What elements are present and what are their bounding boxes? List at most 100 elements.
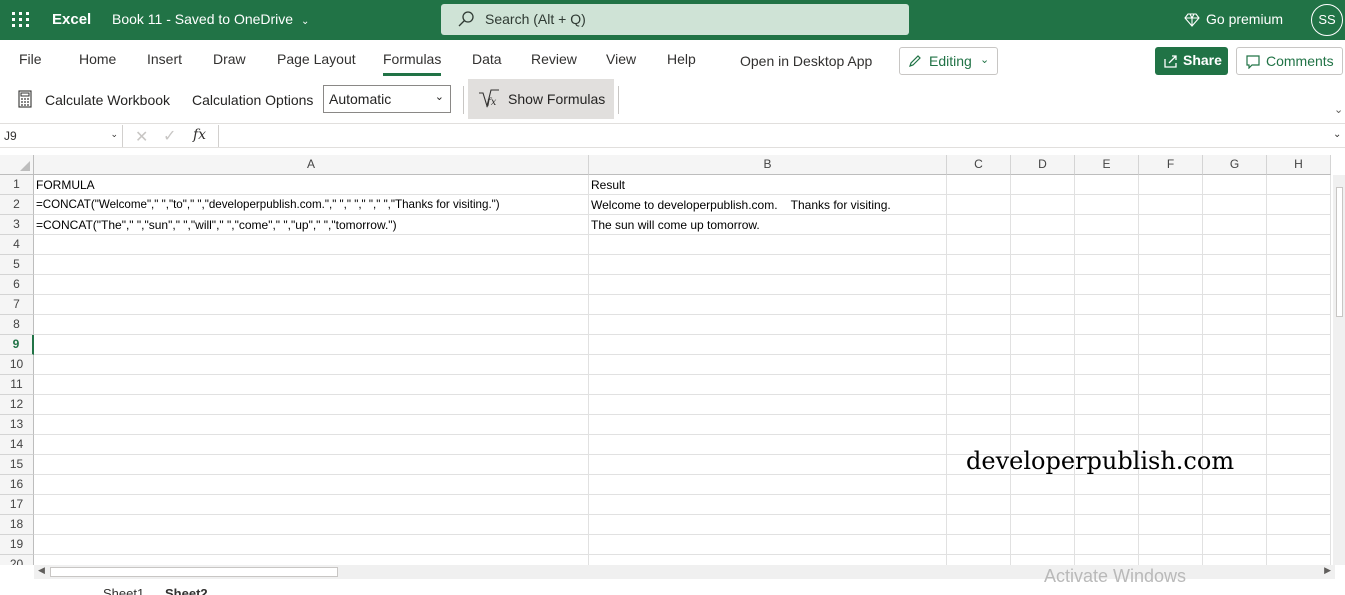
cell-a1[interactable]: FORMULA bbox=[36, 175, 95, 195]
pencil-icon bbox=[909, 55, 921, 67]
tab-page-layout[interactable]: Page Layout bbox=[277, 51, 356, 67]
check-icon[interactable]: ✓ bbox=[163, 126, 176, 146]
row-header[interactable]: 10 bbox=[0, 355, 34, 375]
app-launcher-icon[interactable] bbox=[12, 12, 30, 28]
ribbon-tabs: File Home Insert Draw Page Layout Formul… bbox=[0, 40, 1345, 80]
scroll-right-icon[interactable]: ▶ bbox=[1324, 565, 1331, 576]
tab-review[interactable]: Review bbox=[531, 51, 577, 67]
search-icon bbox=[458, 11, 474, 27]
ribbon-divider bbox=[463, 86, 464, 114]
row-header[interactable]: 13 bbox=[0, 415, 34, 435]
tab-insert[interactable]: Insert bbox=[147, 51, 182, 67]
row-header[interactable]: 3 bbox=[0, 215, 34, 235]
show-formulas-label: Show Formulas bbox=[508, 91, 606, 107]
row-header[interactable]: 20 bbox=[0, 555, 34, 565]
calculator-icon bbox=[18, 90, 32, 108]
column-header-f[interactable]: F bbox=[1139, 155, 1203, 175]
diamond-icon bbox=[1184, 13, 1200, 27]
vertical-scrollbar[interactable] bbox=[1333, 175, 1345, 565]
row-header[interactable]: 6 bbox=[0, 275, 34, 295]
go-premium-button[interactable]: Go premium bbox=[1184, 11, 1283, 27]
save-status: Saved to OneDrive bbox=[174, 11, 294, 27]
editing-label: Editing bbox=[929, 53, 972, 69]
tab-view[interactable]: View bbox=[606, 51, 636, 67]
cell-b3[interactable]: The sun will come up tomorrow. bbox=[591, 215, 760, 235]
chevron-down-icon: ⌄ bbox=[110, 129, 118, 139]
title-bar: Excel Book 11 - Saved to OneDrive ⌄ Sear… bbox=[0, 0, 1345, 40]
tab-formulas[interactable]: Formulas bbox=[383, 51, 441, 67]
document-title: Book 11 bbox=[112, 11, 163, 27]
row-header[interactable]: 19 bbox=[0, 535, 34, 555]
column-header-c[interactable]: C bbox=[947, 155, 1011, 175]
show-formulas-button[interactable]: fx Show Formulas bbox=[468, 79, 614, 119]
tab-draw[interactable]: Draw bbox=[213, 51, 246, 67]
name-box-value: J9 bbox=[4, 129, 17, 143]
comments-label: Comments bbox=[1266, 53, 1334, 69]
column-header-e[interactable]: E bbox=[1075, 155, 1139, 175]
comment-icon bbox=[1246, 55, 1260, 69]
calculate-workbook-label: Calculate Workbook bbox=[45, 92, 171, 108]
open-in-desktop-app[interactable]: Open in Desktop App bbox=[740, 53, 872, 69]
row-header[interactable]: 17 bbox=[0, 495, 34, 515]
row-header[interactable]: 7 bbox=[0, 295, 34, 315]
sheet-tab[interactable]: Sheet1 bbox=[103, 586, 144, 595]
chevron-down-icon: ⌄ bbox=[980, 54, 990, 66]
row-header[interactable]: 8 bbox=[0, 315, 34, 335]
column-header-b[interactable]: B bbox=[589, 155, 947, 175]
search-placeholder: Search (Alt + Q) bbox=[485, 11, 586, 27]
row-header[interactable]: 4 bbox=[0, 235, 34, 255]
row-header[interactable]: 12 bbox=[0, 395, 34, 415]
cancel-icon[interactable]: ✕ bbox=[135, 127, 148, 147]
chevron-down-icon: ⌄ bbox=[300, 16, 310, 27]
row-header[interactable]: 1 bbox=[0, 175, 34, 195]
svg-text:fx: fx bbox=[486, 97, 497, 108]
tab-file[interactable]: File bbox=[19, 51, 42, 67]
row-header[interactable]: 18 bbox=[0, 515, 34, 535]
watermark-text: developerpublish.com bbox=[966, 447, 1235, 475]
active-tab-indicator bbox=[383, 73, 441, 76]
column-header-g[interactable]: G bbox=[1203, 155, 1267, 175]
sheet-tab-active[interactable]: Sheet2 bbox=[165, 586, 208, 595]
tab-home[interactable]: Home bbox=[79, 51, 116, 67]
cell-b2[interactable]: Welcome to developerpublish.com. Thanks … bbox=[591, 195, 891, 215]
editing-mode-button[interactable]: Editing ⌄ bbox=[899, 47, 998, 75]
row-header[interactable]: 15 bbox=[0, 455, 34, 475]
go-premium-label: Go premium bbox=[1206, 11, 1284, 27]
row-header-selected[interactable]: 9 bbox=[0, 335, 34, 355]
expand-formula-bar-icon[interactable]: ⌄ bbox=[1333, 129, 1341, 140]
comments-button[interactable]: Comments bbox=[1236, 47, 1343, 75]
cell-a2[interactable]: =CONCAT("Welcome"," ","to"," ","develope… bbox=[36, 195, 500, 215]
row-header[interactable]: 16 bbox=[0, 475, 34, 495]
share-label: Share bbox=[1183, 52, 1222, 68]
spreadsheet-grid[interactable]: A B C D E F G H 1 2 3 4 5 6 7 8 9 10 11 … bbox=[0, 155, 1345, 565]
share-button[interactable]: Share bbox=[1155, 47, 1228, 75]
row-header[interactable]: 14 bbox=[0, 435, 34, 455]
name-box[interactable]: J9 ⌄ bbox=[0, 125, 123, 147]
column-header-h[interactable]: H bbox=[1267, 155, 1331, 175]
calculation-options-select[interactable]: Automatic ⌄ bbox=[323, 85, 451, 113]
calculation-options-label: Calculation Options bbox=[192, 92, 314, 108]
ribbon-expand-icon[interactable]: ⌄ bbox=[1334, 103, 1343, 116]
formula-input[interactable] bbox=[218, 125, 1330, 147]
ribbon-divider bbox=[618, 86, 619, 114]
search-box[interactable]: Search (Alt + Q) bbox=[441, 4, 909, 35]
tab-help[interactable]: Help bbox=[667, 51, 696, 67]
row-header[interactable]: 2 bbox=[0, 195, 34, 215]
activate-windows-notice: Activate Windows bbox=[1044, 566, 1187, 586]
column-header-a[interactable]: A bbox=[34, 155, 589, 175]
share-icon bbox=[1164, 55, 1177, 68]
insert-function-icon[interactable]: fx bbox=[193, 127, 206, 143]
scroll-left-icon[interactable]: ◀ bbox=[38, 565, 45, 576]
avatar[interactable]: SS bbox=[1311, 4, 1343, 36]
cell-b1[interactable]: Result bbox=[591, 175, 625, 195]
cell-a3[interactable]: =CONCAT("The"," ","sun"," ","will"," ","… bbox=[36, 215, 397, 235]
row-header[interactable]: 5 bbox=[0, 255, 34, 275]
app-name[interactable]: Excel bbox=[52, 11, 91, 28]
tab-data[interactable]: Data bbox=[472, 51, 502, 67]
select-all-corner[interactable] bbox=[0, 155, 34, 175]
show-formulas-icon: fx bbox=[479, 89, 499, 109]
row-header[interactable]: 11 bbox=[0, 375, 34, 395]
calculation-options-value: Automatic bbox=[329, 91, 392, 107]
document-name[interactable]: Book 11 - Saved to OneDrive ⌄ bbox=[112, 11, 309, 27]
column-header-d[interactable]: D bbox=[1011, 155, 1075, 175]
